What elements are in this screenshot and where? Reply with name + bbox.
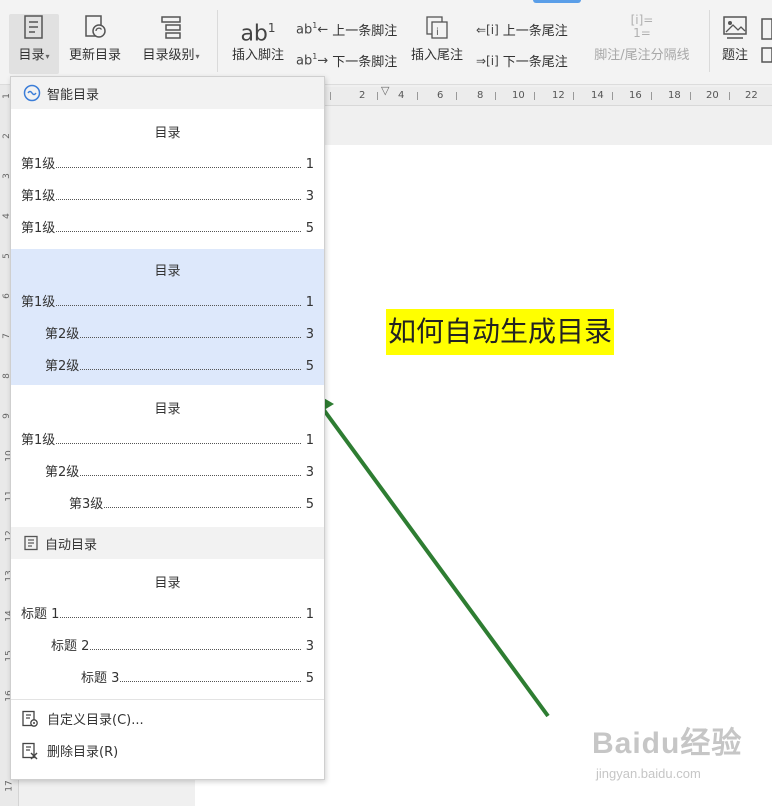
toc-preview-row: 第2级 3 [45,324,314,342]
toc-preview-row: 第2级 5 [45,356,314,374]
custom-toc-label: 自定义目录(C)... [47,713,144,728]
delete-toc-icon [22,742,38,759]
toc-row-page: 3 [305,465,314,480]
delete-toc-label: 删除目录(R) [47,745,119,760]
toc-row-text: 标题 3 [81,671,120,686]
toc-preview-row: 第1级 5 [21,218,314,236]
toc-row-page: 5 [305,671,314,686]
delete-toc-menu-item[interactable]: 删除目录(R) [21,741,118,760]
toc-row-text: 第1级 [21,157,56,172]
baidu-watermark: Baidu经验 [592,727,743,760]
toc-preview-row: 标题 1 1 [21,604,314,622]
baidu-watermark-url: jingyan.baidu.com [596,766,701,781]
toc-row-page: 5 [305,497,314,512]
toc-row-page: 5 [305,221,314,236]
auto-toc-option[interactable]: 目录 标题 1 1 标题 2 3 标题 3 5 [11,559,324,695]
toc-row-text: 第1级 [21,221,56,236]
toc-row-page: 5 [305,359,314,374]
toc-preview-title: 目录 [154,264,181,279]
panel-divider [11,699,324,700]
toc-preview-row: 第1级 1 [21,154,314,172]
toc-row-page: 3 [305,189,314,204]
custom-toc-icon [22,710,38,727]
toc-preview-title: 目录 [154,126,181,141]
toc-row-text: 第1级 [21,433,56,448]
toc-style-option-3[interactable]: 目录 第1级 1 第2级 3 第3级 5 [11,385,324,525]
auto-toc-header: 自动目录 [11,527,324,559]
toc-row-text: 第2级 [45,465,80,480]
toc-style-option-2[interactable]: 目录 第1级 1 第2级 3 第2级 5 [11,249,324,385]
toc-row-page: 1 [305,295,314,310]
toc-preview-row: 标题 2 3 [51,636,314,654]
custom-toc-menu-item[interactable]: 自定义目录(C)... [21,709,144,728]
toc-row-text: 第1级 [21,295,56,310]
toc-row-text: 第3级 [69,497,104,512]
toc-row-page: 1 [305,157,314,172]
toc-preview-row: 第3级 5 [69,494,314,512]
toc-row-text: 第1级 [21,189,56,204]
toc-preview-row: 第1级 1 [21,430,314,448]
toc-row-text: 标题 2 [51,639,90,654]
toc-row-page: 3 [305,327,314,342]
toc-preview-row: 标题 3 5 [81,668,314,686]
toc-row-text: 第2级 [45,327,80,342]
toc-dropdown-panel: 智能目录 目录 第1级 1 第1级 3 第1级 5 目录 第1级 1 第2级 3 第2级 5… [10,76,325,780]
auto-toc-header-label: 自动目录 [45,537,98,553]
toc-preview-title: 目录 [154,402,181,417]
smart-toc-icon [23,84,41,102]
smart-toc-header-label: 智能目录 [47,87,100,103]
toc-preview-title: 目录 [154,576,181,591]
toc-row-page: 3 [305,639,314,654]
toc-preview-row: 第1级 1 [21,292,314,310]
toc-row-page: 1 [305,433,314,448]
auto-toc-icon [24,535,38,551]
smart-toc-header: 智能目录 [11,77,324,109]
toc-row-page: 1 [305,607,314,622]
toc-style-option-1[interactable]: 目录 第1级 1 第1级 3 第1级 5 [11,109,324,247]
toc-row-text: 第2级 [45,359,80,374]
toc-row-text: 标题 1 [21,607,60,622]
toc-preview-row: 第1级 3 [21,186,314,204]
toc-preview-row: 第2级 3 [45,462,314,480]
